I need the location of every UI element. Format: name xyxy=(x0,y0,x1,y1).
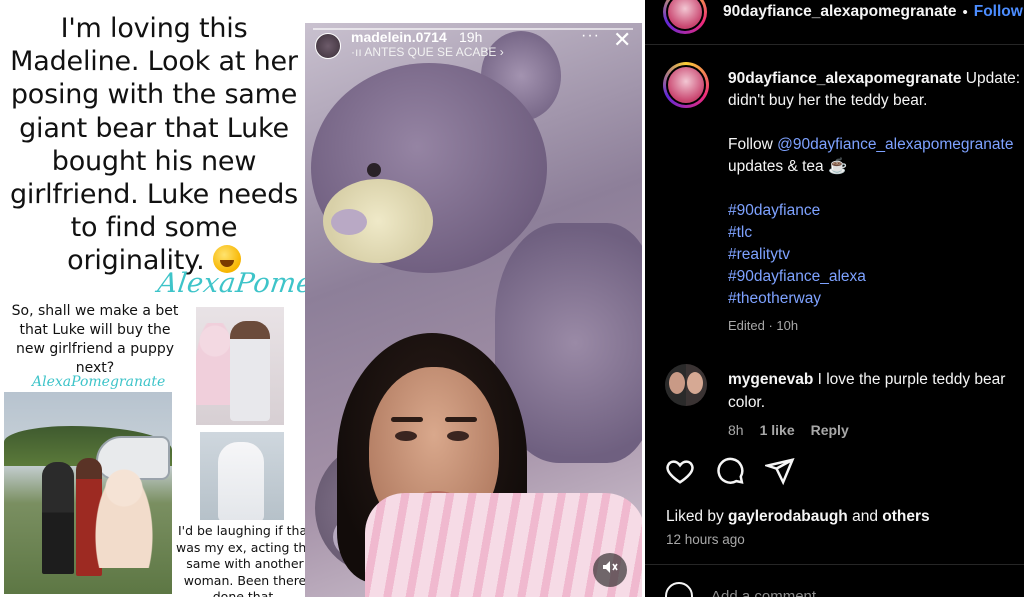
header-avatar[interactable] xyxy=(663,0,707,34)
caption-line-1: Update: Luke xyxy=(965,70,1024,87)
story-username: madelein.0714 xyxy=(351,29,447,45)
image-caption-main-text: I'm loving this Madeline. Look at her po… xyxy=(9,13,299,277)
avatar-image xyxy=(666,0,704,31)
post-header: 90dayfiance_alexapomegranate • Follow xyxy=(663,0,1023,34)
heart-icon[interactable] xyxy=(665,456,695,486)
story-avatar xyxy=(315,33,341,59)
story-time: 19h xyxy=(459,29,483,45)
header-username[interactable]: 90dayfiance_alexapomegranate xyxy=(723,3,956,21)
comment: mygenevab I love the purple teddy bear c… xyxy=(728,368,1024,414)
avatar-face xyxy=(687,372,703,394)
comment-text-line-2: color. xyxy=(728,394,766,411)
avatar-face xyxy=(669,372,685,394)
story-music-label: ·ıı ANTES QUE SE ACABE › xyxy=(351,45,504,59)
watermark-small: AlexaPomegranate xyxy=(32,374,166,390)
add-comment-input[interactable]: Add a comment... xyxy=(711,588,829,597)
comment-text: I love the purple teddy bear xyxy=(813,371,1006,388)
emoji-icon[interactable] xyxy=(665,582,693,597)
comment-icon[interactable] xyxy=(715,456,745,486)
speaker-muted-icon xyxy=(593,553,627,587)
woman-figure xyxy=(230,321,270,421)
bear-nose xyxy=(331,209,367,235)
liked-by-user[interactable]: gaylerodabaugh xyxy=(728,508,848,525)
comment-likes[interactable]: 1 like xyxy=(760,422,795,438)
caption-username[interactable]: 90dayfiance_alexapomegranate xyxy=(728,70,961,87)
follow-button[interactable]: Follow xyxy=(974,3,1023,21)
follow-prefix: Follow xyxy=(728,136,778,153)
reply-button[interactable]: Reply xyxy=(811,422,849,438)
more-options-icon: ··· xyxy=(581,27,600,44)
caption-line-2: didn't buy her the teddy bear. xyxy=(728,92,928,109)
eye-left xyxy=(395,431,417,441)
separator-dot: • xyxy=(962,3,968,21)
post-time: 12 hours ago xyxy=(666,532,745,547)
white-teddy-bear xyxy=(94,468,154,568)
liked-by: Liked by gaylerodabaugh and others xyxy=(666,508,930,526)
comment-username[interactable]: mygenevab xyxy=(728,371,813,388)
dress-figure xyxy=(218,442,264,520)
hashtag-link[interactable]: #realitytv xyxy=(728,244,1024,266)
liked-by-prefix: Liked by xyxy=(666,508,729,525)
close-icon: ✕ xyxy=(613,27,632,52)
brow-right xyxy=(445,417,477,422)
pink-teddy-bear xyxy=(196,323,234,405)
image-caption-bet: So, shall we make a bet that Luke will b… xyxy=(11,303,179,376)
hashtag-link[interactable]: #tlc xyxy=(728,222,1024,244)
comment-time: 8h xyxy=(728,422,744,438)
image-caption-laughing: I'd be laughing if that was my ex, actin… xyxy=(176,523,314,597)
hashtag-link[interactable]: #theotherway xyxy=(728,288,1024,310)
send-icon[interactable] xyxy=(765,456,795,486)
liked-by-middle: and xyxy=(847,508,883,525)
man-figure xyxy=(42,462,74,574)
mention-link[interactable]: @90dayfiance_alexapomegranate xyxy=(777,136,1013,153)
story-screenshot: ★ madelein.0714 19h ·ıı ANTES QUE SE ACA… xyxy=(305,23,642,597)
follow-suffix: updates & tea ☕ xyxy=(728,158,848,175)
comment-meta: 8h 1 like Reply xyxy=(728,422,849,438)
add-comment-bar[interactable]: Add a comment... xyxy=(665,582,829,597)
comment-avatar[interactable] xyxy=(665,364,707,406)
image-caption-main: I'm loving this Madeline. Look at her po… xyxy=(4,12,304,278)
helicopter-photo xyxy=(4,392,172,594)
divider xyxy=(645,564,1024,565)
bear-eye xyxy=(367,163,381,177)
liked-by-others[interactable]: others xyxy=(882,508,929,525)
divider xyxy=(645,44,1024,45)
caption-meta: Edited · 10h xyxy=(728,318,799,333)
post-details-panel: 90dayfiance_alexapomegranate • Follow 90… xyxy=(645,0,1024,597)
post-image[interactable]: I'm loving this Madeline. Look at her po… xyxy=(0,0,645,597)
action-bar xyxy=(665,456,795,486)
brow-left xyxy=(391,417,423,422)
avatar-image xyxy=(666,65,706,105)
eye-right xyxy=(447,431,469,441)
wedding-dress-photo xyxy=(200,432,284,520)
post-caption: 90dayfiance_alexapomegranate Update: Luk… xyxy=(728,68,1024,310)
caption-avatar[interactable] xyxy=(663,62,709,108)
hashtag-link[interactable]: #90dayfiance xyxy=(728,200,1024,222)
hashtag-link[interactable]: #90dayfiance_alexa xyxy=(728,266,1024,288)
pajama-photo xyxy=(196,307,284,425)
